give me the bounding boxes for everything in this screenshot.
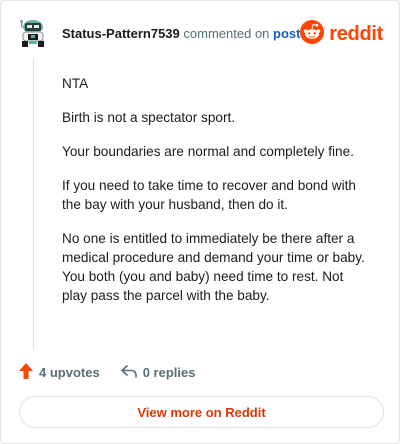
username-link[interactable]: Status-Pattern7539 xyxy=(62,26,180,41)
reply-arrow-icon xyxy=(120,363,143,382)
replies-count: 0 replies xyxy=(142,364,196,380)
comment-paragraph: No one is entitled to immediately be the… xyxy=(62,231,365,303)
snoo-avatar-icon[interactable] xyxy=(19,17,47,49)
comment-actions: 4 upvotes 0 replies xyxy=(18,361,195,383)
post-link[interactable]: post xyxy=(273,26,300,41)
comment-body: NTA Birth is not a spectator sport. Your… xyxy=(62,74,372,320)
reddit-wordmark: reddit xyxy=(329,23,383,45)
comment-paragraph: Your boundaries are normal and completel… xyxy=(62,144,354,159)
replies-button[interactable]: 0 replies xyxy=(120,363,196,382)
reddit-brand[interactable]: reddit xyxy=(300,19,383,49)
thread-line xyxy=(33,59,34,349)
comment-paragraph: NTA xyxy=(62,76,89,91)
comment-paragraph: If you need to take time to recover and … xyxy=(62,178,356,212)
comment-paragraph: Birth is not a spectator sport. xyxy=(62,110,236,125)
comment-meta: Status-Pattern7539 commented on post xyxy=(62,27,300,41)
upvotes-count: 4 upvotes xyxy=(39,364,100,380)
commented-on-text: commented on xyxy=(183,26,270,41)
view-more-button[interactable]: View more on Reddit xyxy=(19,396,384,428)
reddit-logo-icon xyxy=(300,19,325,49)
upvote-arrow-icon xyxy=(18,362,39,383)
comment-embed-card: Status-Pattern7539 commented on post red xyxy=(0,0,400,444)
upvotes-button[interactable]: 4 upvotes xyxy=(18,362,100,383)
comment-header: Status-Pattern7539 commented on post red xyxy=(19,17,383,51)
